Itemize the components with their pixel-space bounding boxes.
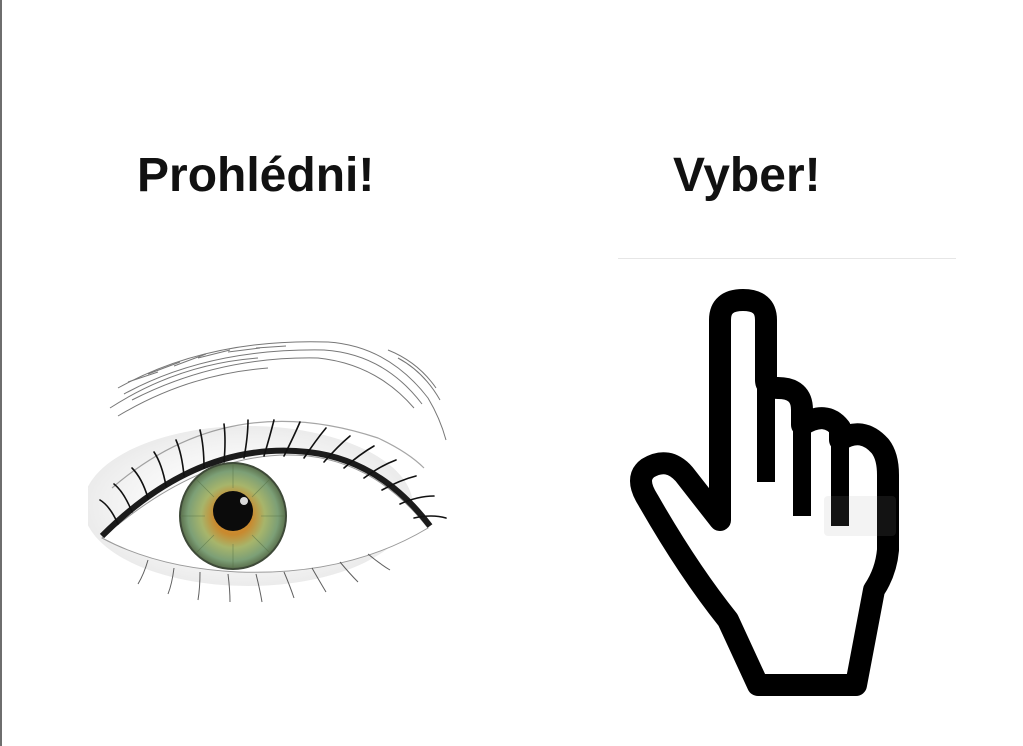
eye-icon <box>88 328 458 618</box>
heading-look: Prohlédni! <box>137 149 375 202</box>
slide-left-border <box>0 0 2 746</box>
image-frame-line <box>618 258 956 259</box>
pointing-hand-cursor-icon <box>618 260 958 720</box>
heading-choose: Vyber! <box>673 149 821 202</box>
